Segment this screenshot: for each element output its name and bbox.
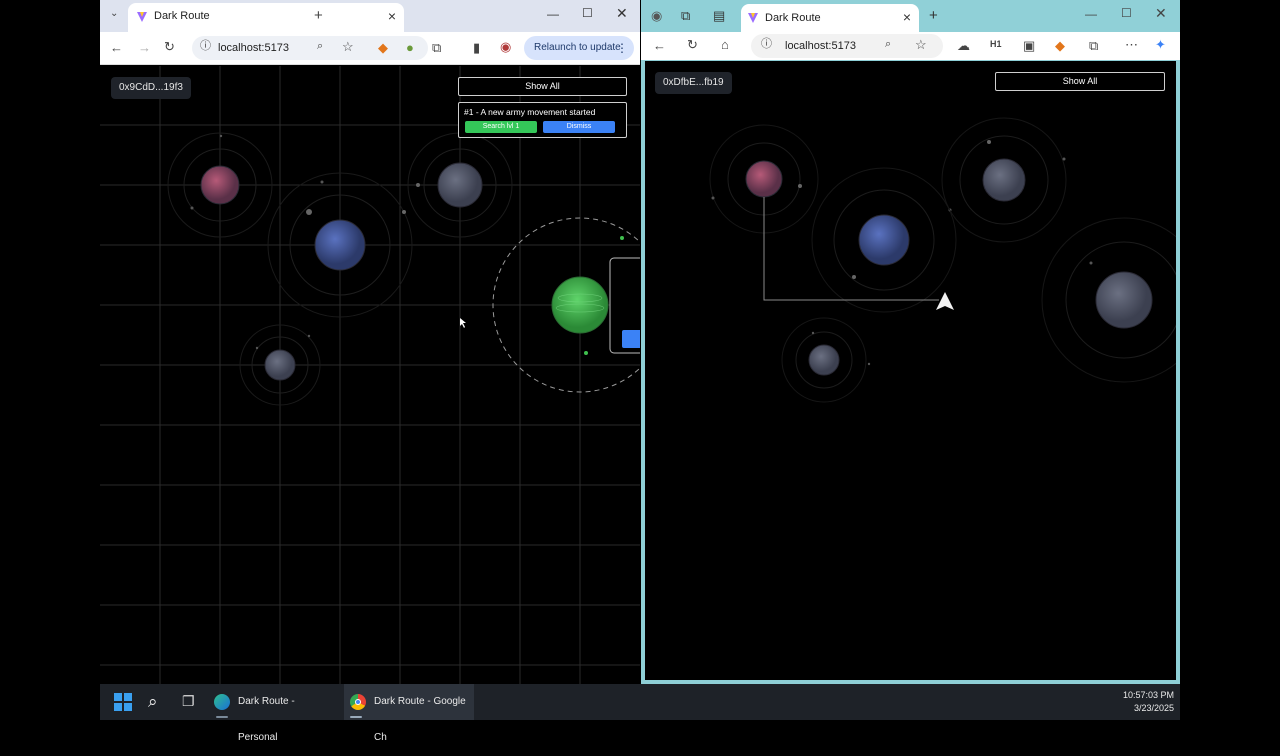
army-route-path [763, 197, 939, 301]
tab-search-icon[interactable]: ⌄ [110, 9, 118, 19]
extension-green-icon[interactable]: ● [406, 41, 414, 54]
edge-address-bar[interactable]: ⓘ localhost:5173 ⌕ ☆ [751, 34, 943, 58]
chrome-toolbar: ← → ↻ ⓘ localhost:5173 ⌕ ☆ ◆ ● ⧉ ▮ ◉ Rel… [100, 32, 640, 65]
edge-game-canvas[interactable]: 0xDfbE...fb19 Show All [645, 61, 1176, 680]
settings-more-icon[interactable]: ⋯ [1125, 38, 1138, 51]
windows-start-icon[interactable] [114, 693, 132, 711]
task-view-icon[interactable]: ❐ [182, 694, 195, 708]
tab-actions-icon[interactable]: ▤ [713, 9, 725, 22]
menu-kebab-icon[interactable]: ⋮ [616, 36, 628, 60]
cloud-icon[interactable]: ☁ [957, 39, 970, 52]
chrome-game-canvas[interactable]: 0x9CdD...19f3 Show All #1 - A new army m… [100, 66, 640, 684]
new-tab-icon[interactable]: + [929, 8, 938, 23]
side-panel-icon[interactable]: ▮ [473, 41, 480, 54]
planet-gray-large[interactable] [1041, 217, 1176, 383]
workspaces-icon[interactable]: ⧉ [681, 9, 690, 22]
edge-url: localhost:5173 [785, 40, 856, 52]
copilot-icon[interactable]: ✦ [1155, 38, 1166, 51]
reload-icon[interactable]: ↻ [687, 38, 698, 51]
relaunch-to-update-button[interactable]: Relaunch to update ⋮ [524, 36, 634, 60]
edge-toolbar: ← ↻ ⌂ ⓘ localhost:5173 ⌕ ☆ ☁ H1 ▣ ◆ ⧉ ⋯ … [641, 32, 1180, 60]
planet-red[interactable] [167, 132, 273, 238]
chrome-window: ⌄ Dark Route × + — ☐ ✕ ← → ↻ ⓘ localhost… [100, 0, 640, 684]
show-all-button[interactable]: Show All [458, 77, 627, 96]
wallet-address-badge[interactable]: 0xDfbE...fb19 [655, 72, 732, 94]
extensions-puzzle-icon[interactable]: ⧉ [1089, 39, 1098, 52]
grid-lines [100, 66, 640, 684]
window-close-icon[interactable]: ✕ [1155, 5, 1167, 22]
taskbar-app-edge[interactable]: Dark Route - Personal [210, 684, 336, 743]
metamask-extension-icon[interactable]: ◆ [1055, 39, 1065, 52]
extension-h1-icon[interactable]: H1 [990, 40, 1002, 49]
planet-info-panel-partial[interactable] [609, 257, 640, 354]
wallet-address-badge[interactable]: 0x9CdD...19f3 [111, 77, 191, 99]
close-icon[interactable]: × [388, 8, 396, 24]
maximize-icon[interactable]: ☐ [1121, 6, 1132, 20]
edge-browser-icon [214, 694, 230, 710]
taskbar-app-chrome[interactable]: Dark Route - Google Ch [344, 684, 474, 743]
chrome-tab-title: Dark Route [154, 10, 210, 22]
search-button[interactable]: Search lvl 1 [465, 121, 537, 133]
minimize-icon[interactable]: — [547, 7, 559, 21]
system-clock[interactable]: 10:57:03 PM 3/23/2025 [1123, 689, 1174, 715]
edge-tab-title: Dark Route [765, 12, 821, 24]
chrome-tab-dark-route[interactable]: Dark Route × [128, 3, 404, 32]
chrome-tab-strip: ⌄ Dark Route × + — ☐ ✕ [100, 0, 640, 32]
reload-icon[interactable]: ↻ [164, 40, 175, 53]
new-tab-icon[interactable]: + [314, 8, 323, 23]
relaunch-label: Relaunch to update [534, 42, 621, 53]
vite-icon [748, 13, 758, 23]
clock-time: 10:57:03 PM [1122, 690, 1174, 700]
chrome-address-bar[interactable]: ⓘ localhost:5173 ⌕ ☆ [192, 36, 428, 60]
zoom-icon[interactable]: ⌕ [885, 39, 891, 50]
zoom-icon[interactable]: ⌕ [317, 41, 323, 52]
army-ship-marker[interactable] [936, 292, 954, 310]
running-indicator [350, 716, 362, 718]
edge-window: ◉ ⧉ ▤ Dark Route × + — ☐ ✕ ← ↻ ⌂ ⓘ local… [641, 0, 1180, 684]
show-all-button[interactable]: Show All [995, 72, 1165, 91]
favorite-star-icon[interactable]: ☆ [915, 38, 927, 51]
extensions-puzzle-icon[interactable]: ⧉ [432, 41, 441, 54]
back-icon[interactable]: ← [110, 41, 123, 54]
edge-tab-dark-route[interactable]: Dark Route × [741, 4, 919, 32]
site-info-icon[interactable]: ⓘ [200, 41, 211, 52]
edge-tab-strip: ◉ ⧉ ▤ Dark Route × + — ☐ ✕ [641, 0, 1180, 32]
running-indicator [216, 716, 228, 718]
planet-blue[interactable] [267, 172, 413, 318]
forward-icon[interactable]: → [138, 41, 151, 54]
profile-avatar-icon[interactable]: ◉ [500, 40, 511, 53]
planet-gray-small[interactable] [781, 317, 871, 403]
metamask-extension-icon[interactable]: ◆ [378, 41, 388, 54]
taskbar-app-label: Dark Route - Google Ch [374, 696, 466, 743]
back-icon[interactable]: ← [653, 39, 666, 52]
planet-gray-top[interactable] [941, 117, 1067, 243]
taskbar-app-label: Dark Route - Personal [238, 696, 295, 743]
notification-card: #1 - A new army movement started Search … [458, 102, 627, 138]
planet-gray-small[interactable] [239, 324, 321, 406]
profile-icon[interactable]: ◉ [651, 9, 662, 22]
planet-gray-top[interactable] [407, 132, 513, 238]
search-icon[interactable]: ⌕ [148, 693, 158, 710]
notification-message: #1 - A new army movement started [464, 107, 596, 117]
mouse-cursor [460, 318, 466, 328]
window-close-icon[interactable]: ✕ [616, 5, 628, 22]
extension-square-icon[interactable]: ▣ [1023, 39, 1035, 52]
maximize-icon[interactable]: ☐ [582, 6, 593, 20]
site-info-icon[interactable]: ⓘ [761, 39, 772, 50]
dismiss-button[interactable]: Dismiss [543, 121, 615, 133]
clock-date: 3/23/2025 [1133, 703, 1174, 713]
home-icon[interactable]: ⌂ [721, 38, 729, 51]
edge-game-map[interactable] [645, 61, 1176, 680]
chrome-url: localhost:5173 [218, 42, 289, 54]
vite-icon [137, 12, 147, 22]
taskbar: ⌕ ❐ Dark Route - Personal Dark Route - G… [100, 684, 1180, 743]
bookmark-star-icon[interactable]: ☆ [342, 40, 354, 53]
chrome-game-map[interactable] [100, 66, 640, 684]
minimize-icon[interactable]: — [1085, 7, 1097, 21]
close-icon[interactable]: × [903, 9, 911, 25]
planet-blue[interactable] [811, 167, 957, 313]
chrome-browser-icon-center [355, 699, 361, 705]
